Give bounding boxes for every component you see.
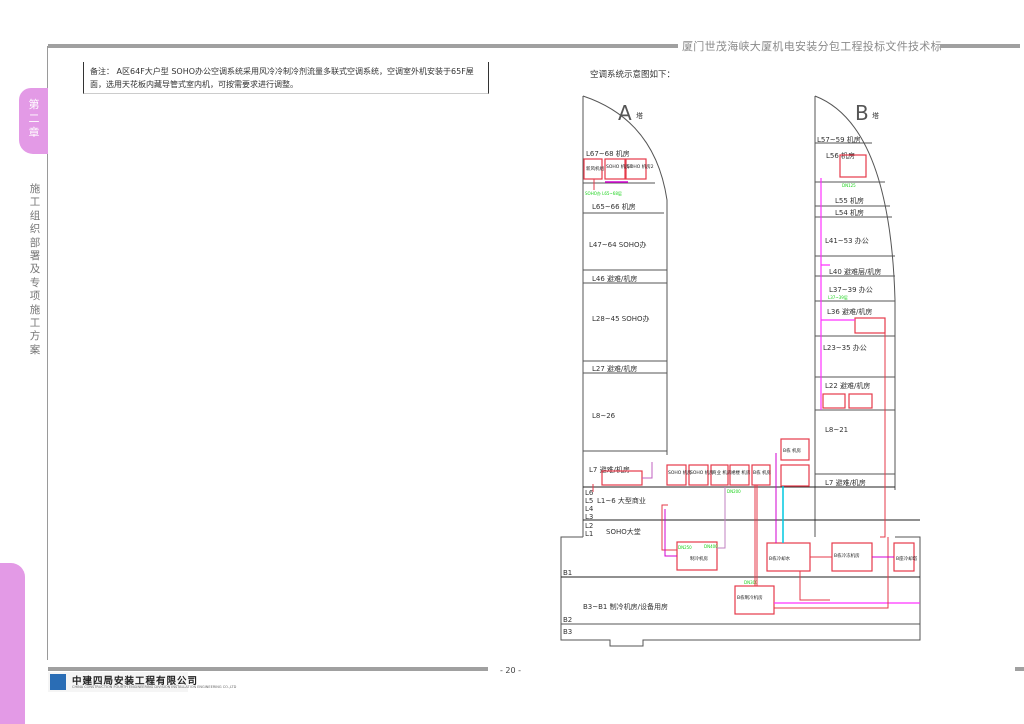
floor-label: L67~68 机房 (586, 149, 630, 158)
floor-label: L46 避难/机房 (592, 274, 637, 283)
floor-label: L37~39 办公 (829, 285, 873, 294)
footer-rule-right (1015, 667, 1024, 671)
pipe-label: SOHO办 L65~68层 (585, 190, 622, 196)
page-number: - 20 - (500, 666, 522, 675)
basement-labels: B1 B3~B1 制冷机房/设备用房 B2 B3 (563, 569, 668, 636)
floor-label: L28~45 SOHO办 (592, 314, 650, 323)
floor-label: B1 (563, 569, 572, 577)
tower-b-suffix: 塔 (872, 111, 879, 120)
box-label: B栋 机房 (753, 469, 772, 476)
floor-label: L7 避难/机房 (825, 478, 866, 487)
tower-a-suffix: 塔 (636, 111, 643, 120)
tower-a-letter: A (618, 101, 632, 125)
floor-label: L41~53 办公 (825, 236, 869, 245)
box-label: B栋制冷机房 (737, 594, 763, 601)
floor-label: SOHO大堂 (606, 527, 641, 536)
pipe-label: DN400 (704, 544, 718, 549)
company-logo-mark (50, 674, 66, 690)
company-logo: 中建四局安装工程有限公司 CHINA CONSTRUCTION FOURTH E… (48, 672, 236, 692)
floor-label: L1 (585, 530, 593, 538)
box-label: SOHO 机房 (668, 469, 692, 476)
box-label: B栋冷却水 (769, 555, 791, 562)
floor-label: L55 机房 (835, 196, 864, 205)
footer-rule (48, 667, 488, 671)
box-label: B栋 机房 (783, 447, 802, 454)
tower-a-floor-labels: L67~68 机房 L65~66 机房 L47~64 SOHO办 L46 避难/… (585, 149, 650, 538)
box-label: SOHO 机房 (690, 469, 714, 476)
box-label: 制冷机房 (690, 555, 708, 562)
floor-label: L7 避难/机房 (589, 465, 630, 474)
pipe-label: DN300 (744, 580, 758, 585)
floor-label: L5 (585, 497, 593, 505)
floor-label: L22 避难/机房 (825, 381, 870, 390)
box-label: 新风机组 (586, 165, 604, 172)
box-label: B座冷却塔 (896, 555, 918, 562)
box-label: 商业 机房 (712, 469, 732, 476)
pipe-label: L37~39层 (828, 294, 848, 300)
pipe-label: DN200 (727, 489, 741, 494)
floor-label: L8~26 (592, 412, 616, 420)
floor-label: B3~B1 制冷机房/设备用房 (583, 602, 668, 611)
floor-label: L65~66 机房 (592, 202, 636, 211)
floor-label: L40 避难层/机房 (829, 267, 881, 276)
box-label: 裙楼 机房 (731, 469, 751, 476)
company-name-en: CHINA CONSTRUCTION FOURTH ENGINEERING DI… (72, 685, 237, 689)
pipe-label: DN125 (842, 183, 856, 188)
floor-label: L54 机房 (835, 208, 864, 217)
hvac-system-diagram: A 塔 B 塔 L67~68 机房 L65~66 机房 L47~64 SOHO办… (560, 95, 921, 647)
floor-label: L1~6 大型商业 (597, 496, 646, 505)
floor-label: L27 避难/机房 (592, 364, 637, 373)
floor-label: L57~59 机房 (817, 135, 861, 144)
floor-label: L8~21 (825, 426, 848, 434)
floor-label: L3 (585, 513, 593, 521)
floor-label: L47~64 SOHO办 (589, 240, 647, 249)
floor-label: B2 (563, 616, 572, 624)
floor-label: L36 避难/机房 (827, 307, 872, 316)
floor-label: L2 (585, 522, 593, 530)
box-label: SOHO 机房2 (627, 163, 654, 170)
box-label: B栋冷冻机房 (834, 552, 860, 559)
floor-label: B3 (563, 628, 572, 636)
pipe-label: DN250 (678, 545, 692, 550)
floor-label: L23~35 办公 (823, 343, 867, 352)
tower-b-letter: B (855, 101, 869, 125)
floor-label: L4 (585, 505, 594, 513)
